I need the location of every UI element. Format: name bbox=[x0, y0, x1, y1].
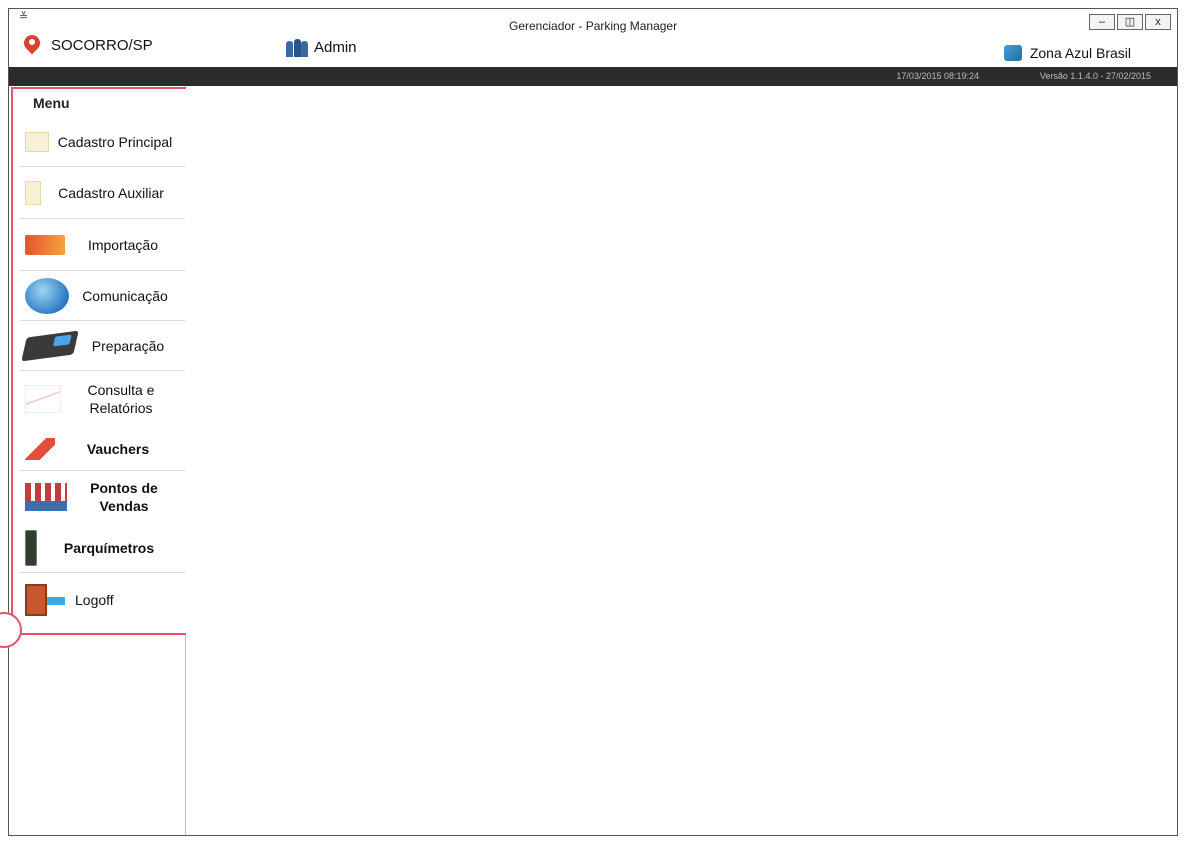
version-text: Versão 1.1.4.0 - 27/02/2015 bbox=[1039, 71, 1151, 81]
menu-item-label: Logoff bbox=[75, 592, 114, 608]
city-label: SOCORRO/SP bbox=[51, 36, 153, 54]
minimize-button[interactable]: – bbox=[1089, 14, 1115, 30]
menu-item-consulta-relatorios[interactable]: Consulta e Relatórios bbox=[19, 371, 185, 427]
menu-item-preparacao[interactable]: Preparação bbox=[19, 321, 185, 371]
status-bar: 17/03/2015 08:19:24 Versão 1.1.4.0 - 27/… bbox=[9, 67, 1177, 86]
brand-indicator: Zona Azul Brasil bbox=[1003, 45, 1131, 61]
user-label: Admin bbox=[314, 38, 357, 56]
device-icon bbox=[21, 330, 79, 361]
menu-item-cadastro-principal[interactable]: Cadastro Principal bbox=[19, 117, 185, 167]
datetime-text: 17/03/2015 08:19:24 bbox=[896, 71, 979, 81]
note-icon bbox=[25, 180, 41, 205]
parking-meter-icon bbox=[25, 529, 37, 566]
location-pin-icon bbox=[23, 35, 41, 55]
logoff-door-icon bbox=[25, 584, 65, 616]
menu-item-label: Consulta e Relatórios bbox=[87, 382, 155, 416]
menu-item-label: Importação bbox=[87, 236, 159, 253]
menu-item-label: Preparação bbox=[91, 337, 165, 354]
menu-title: Menu bbox=[33, 95, 70, 111]
menu-item-parquimetros[interactable]: Parquímetros bbox=[19, 523, 185, 573]
close-button[interactable]: x bbox=[1145, 14, 1171, 30]
user-indicator: Admin bbox=[286, 37, 357, 57]
menu-item-label: Vauchers bbox=[86, 440, 150, 457]
brand-logo-icon bbox=[1003, 45, 1022, 61]
users-icon bbox=[286, 37, 308, 57]
window-controls: – ◫ x bbox=[1089, 14, 1171, 30]
app-window: ≚ Gerenciador - Parking Manager – ◫ x SO… bbox=[8, 8, 1178, 836]
brand-label: Zona Azul Brasil bbox=[1029, 45, 1131, 61]
document-icon bbox=[25, 131, 49, 152]
sidebar: Menu Cadastro Principal Cadastro Auxilia… bbox=[9, 86, 193, 835]
menu-item-pontos-de-vendas[interactable]: Pontos de Vendas bbox=[19, 471, 185, 523]
app-icon: ≚ bbox=[19, 11, 29, 23]
menu-item-label: Cadastro Auxiliar bbox=[58, 184, 164, 201]
title-bar: ≚ Gerenciador - Parking Manager – ◫ x SO… bbox=[9, 9, 1177, 67]
menu-item-cadastro-auxiliar[interactable]: Cadastro Auxiliar bbox=[19, 167, 185, 219]
menu-panel: Menu Cadastro Principal Cadastro Auxilia… bbox=[11, 87, 193, 635]
menu-item-vauchers[interactable]: Vauchers bbox=[19, 427, 185, 471]
restore-button[interactable]: ◫ bbox=[1117, 14, 1143, 30]
chart-icon bbox=[25, 385, 61, 413]
globe-icon bbox=[25, 277, 69, 314]
store-icon bbox=[25, 483, 67, 511]
menu-item-importacao[interactable]: Importação bbox=[19, 219, 185, 271]
import-icon bbox=[25, 234, 65, 255]
voucher-icon bbox=[25, 437, 55, 460]
menu-item-label: Cadastro Principal bbox=[57, 133, 173, 150]
main-content-area bbox=[186, 86, 1177, 835]
menu-item-comunicacao[interactable]: Comunicação bbox=[19, 271, 185, 321]
menu-item-label: Parquímetros bbox=[63, 539, 155, 556]
menu-item-label: Pontos de Vendas bbox=[90, 480, 158, 514]
menu-item-logoff[interactable]: Logoff bbox=[19, 573, 185, 627]
city-indicator: SOCORRO/SP bbox=[23, 35, 153, 55]
menu-item-label: Comunicação bbox=[82, 287, 168, 304]
window-title: Gerenciador - Parking Manager bbox=[509, 19, 678, 33]
